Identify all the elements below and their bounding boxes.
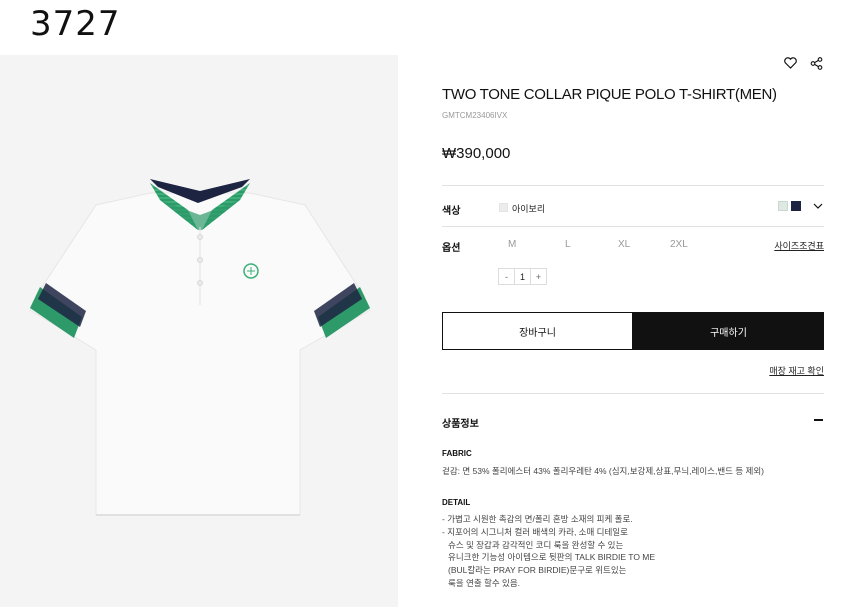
divider: [442, 185, 824, 186]
size-option-m[interactable]: M: [508, 239, 516, 250]
product-image: [0, 55, 398, 607]
detail-line: - 가볍고 시원한 촉감의 면/폴리 혼방 소재의 피케 폴로.: [442, 514, 633, 524]
store-stock-link[interactable]: 매장 재고 확인: [769, 364, 824, 377]
divider: [442, 226, 824, 227]
color-swatch-ivory[interactable]: [778, 201, 788, 211]
product-sku: GMTCM23406IVX: [442, 111, 508, 120]
detail-line: - 지포어의 시그니처 컬러 배색의 카라, 소매 디테일로: [442, 526, 628, 537]
heart-icon[interactable]: [782, 55, 798, 71]
size-option-2xl[interactable]: 2XL: [670, 239, 688, 250]
detail-line: 룩을 연출 할수 있음.: [448, 577, 521, 588]
fabric-title: FABRIC: [442, 449, 472, 458]
quantity-decrease-button[interactable]: -: [498, 268, 515, 285]
detail-title: DETAIL: [442, 498, 471, 507]
selected-color-swatch: [499, 203, 508, 212]
color-swatch-navy[interactable]: [791, 201, 801, 211]
detail-line: 슈스 및 장갑과 감각적인 코디 룩을 완성할 수 있는: [448, 539, 624, 550]
options-label: 옵션: [442, 243, 461, 254]
selected-color-name: 아이보리: [512, 204, 546, 214]
product-info-title: 상품정보: [442, 419, 479, 430]
size-option-xl[interactable]: XL: [618, 239, 630, 250]
chevron-down-icon[interactable]: [812, 200, 824, 212]
size-guide-link[interactable]: 사이즈조견표: [774, 239, 824, 252]
share-icon[interactable]: [808, 55, 824, 71]
divider: [442, 393, 824, 394]
color-label: 색상: [442, 206, 461, 217]
size-option-l[interactable]: L: [565, 239, 571, 250]
quantity-increase-button[interactable]: +: [530, 268, 547, 285]
detail-line: 유니크한 기능성 아이템으로 뒷판의 TALK BIRDIE TO ME: [448, 552, 656, 563]
detail-text: - 가볍고 시원한 촉감의 면/폴리 혼방 소재의 피케 폴로. - 지포어의 …: [442, 513, 655, 590]
detail-line: (BUL칼라는 PRAY FOR BIRDIE)문구로 위트있는: [448, 565, 627, 576]
product-price: ₩390,000: [442, 145, 511, 162]
product-title: TWO TONE COLLAR PIQUE POLO T-SHIRT(MEN): [442, 86, 777, 103]
polo-shirt-illustration: [29, 179, 371, 516]
quantity-stepper: - 1 +: [498, 268, 547, 285]
buy-now-button[interactable]: 구매하기: [633, 312, 824, 350]
color-swatches: [778, 200, 824, 212]
page-number: 3727: [30, 4, 121, 44]
quantity-value[interactable]: 1: [514, 268, 531, 285]
add-to-cart-button[interactable]: 장바구니: [442, 312, 633, 350]
fabric-text: 겉감: 면 53% 폴리에스터 43% 폴리우레탄 4% (심지,보강제,상표,…: [442, 466, 764, 476]
top-icons: [782, 55, 824, 71]
minus-icon[interactable]: [812, 414, 824, 426]
